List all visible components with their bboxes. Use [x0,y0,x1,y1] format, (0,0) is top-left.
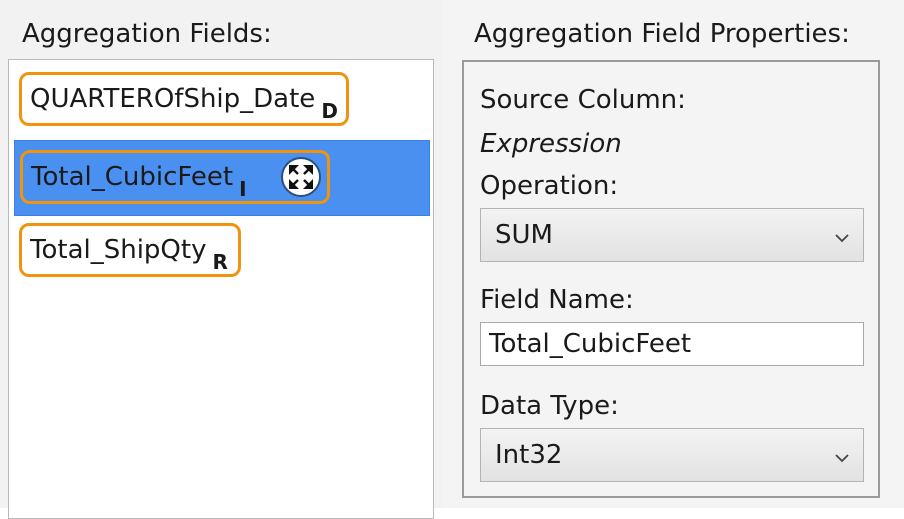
data-type-dropdown[interactable]: Int32 [480,428,864,482]
source-column-label: Source Column: [480,85,686,115]
field-chip[interactable]: Total_ShipQty R [19,223,241,277]
operation-label: Operation: [480,171,619,201]
chevron-down-icon [835,440,849,470]
list-item-total-cubicfeet[interactable]: Total_CubicFeet I [14,140,430,216]
list-item-quarterofship-date[interactable]: QUARTEROfShip_Date D [14,63,430,139]
operation-selected-value: SUM [495,220,553,250]
field-label: Total_CubicFeet [31,162,234,192]
field-chip[interactable]: QUARTEROfShip_Date D [19,72,349,126]
list-item-total-shipqty[interactable]: Total_ShipQty R [14,214,430,290]
source-column-value: Expression [480,129,622,159]
field-name-input[interactable] [480,322,864,366]
field-type-suffix: I [239,177,247,201]
field-type-suffix: R [212,250,228,274]
aggregation-fields-heading: Aggregation Fields: [22,19,272,49]
aggregation-field-properties-panel: Source Column: Expression Operation: SUM… [462,60,880,498]
data-type-label: Data Type: [480,391,619,421]
field-label: Total_ShipQty [30,235,207,265]
field-chip[interactable]: Total_CubicFeet I [20,150,330,204]
data-type-selected-value: Int32 [495,440,563,470]
field-label: QUARTEROfShip_Date [30,84,316,114]
field-type-suffix: D [321,99,338,123]
field-name-label: Field Name: [480,285,634,315]
aggregation-fields-list[interactable]: QUARTEROfShip_Date D Total_CubicFeet I T… [8,59,434,519]
aggregation-field-properties-heading: Aggregation Field Properties: [474,19,850,49]
operation-dropdown[interactable]: SUM [480,208,864,262]
move-arrows-icon[interactable] [281,157,321,197]
chevron-down-icon [835,220,849,250]
